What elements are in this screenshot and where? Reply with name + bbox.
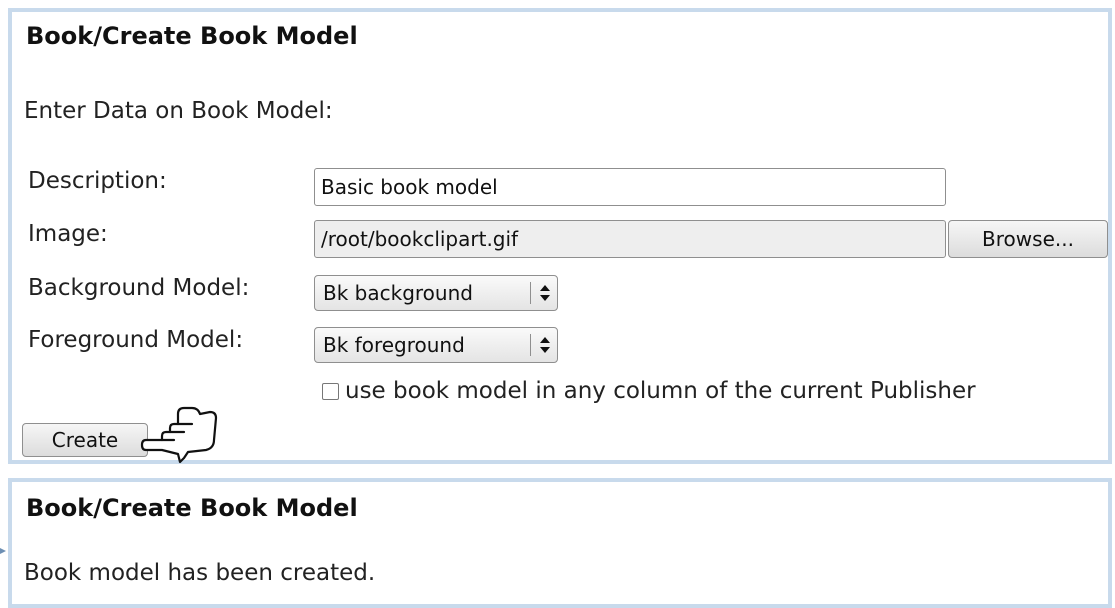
foreground-model-select[interactable]: Bk foreground xyxy=(314,327,558,363)
background-model-select[interactable]: Bk background xyxy=(314,275,558,311)
pointing-hand-icon xyxy=(140,406,218,464)
create-button[interactable]: Create xyxy=(22,423,148,457)
create-book-model-panel: Book/Create Book Model Enter Data on Boo… xyxy=(8,8,1112,464)
foreground-model-label: Foreground Model: xyxy=(28,327,244,353)
browse-button[interactable]: Browse... xyxy=(948,220,1108,258)
result-title: Book/Create Book Model xyxy=(26,494,358,522)
any-column-label[interactable]: use book model in any column of the curr… xyxy=(345,378,976,404)
any-column-checkbox[interactable] xyxy=(322,382,339,400)
description-label: Description: xyxy=(28,168,167,194)
background-model-selected: Bk background xyxy=(323,281,473,305)
arrow-marker-icon xyxy=(0,548,6,554)
form-intro: Enter Data on Book Model: xyxy=(24,98,333,124)
image-path-input[interactable] xyxy=(314,220,946,258)
any-column-option: use book model in any column of the curr… xyxy=(322,378,976,404)
up-down-arrows-icon xyxy=(539,336,551,354)
result-panel: Book/Create Book Model Book model has be… xyxy=(8,478,1112,608)
panel-title: Book/Create Book Model xyxy=(26,22,358,50)
select-divider xyxy=(530,282,531,304)
background-model-label: Background Model: xyxy=(28,275,250,301)
image-label: Image: xyxy=(28,221,108,247)
result-message: Book model has been created. xyxy=(24,560,376,586)
description-input[interactable] xyxy=(314,168,946,206)
up-down-arrows-icon xyxy=(539,284,551,302)
select-divider xyxy=(530,334,531,356)
foreground-model-selected: Bk foreground xyxy=(323,333,465,357)
